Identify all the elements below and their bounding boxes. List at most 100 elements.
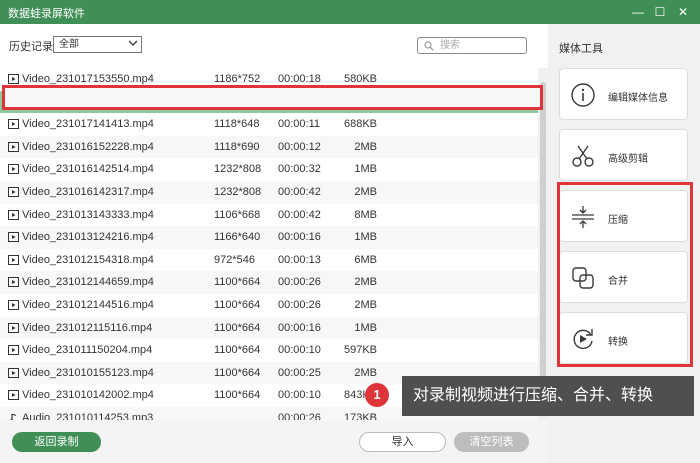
file-name: Audio_231010114253.mp3: [22, 412, 154, 420]
video-file-icon: [8, 164, 19, 175]
file-name: Video_231012115116.mp4: [22, 321, 153, 334]
video-file-icon: [8, 390, 19, 401]
search-input[interactable]: 搜索: [417, 37, 527, 54]
table-row[interactable]: Video_231012154318.mp4 972*546 00:00:13 6MB: [0, 249, 538, 272]
app-title: 数据蛙录屏软件: [8, 8, 85, 20]
minimize-icon[interactable]: —: [628, 2, 648, 22]
tool-label: 合并: [608, 276, 628, 287]
tool-label: 高级剪辑: [608, 154, 648, 165]
file-size: 2MB: [354, 366, 377, 379]
filter-value: 全部: [59, 39, 79, 50]
table-row[interactable]: Video_231012144659.mp4 1100*664 00:00:26 2M…: [0, 271, 538, 294]
video-file-icon: [8, 254, 19, 265]
file-size: 173KB: [343, 412, 377, 420]
play-icon[interactable]: [433, 95, 447, 109]
table-row[interactable]: Video_231016142317.mp4 1232*808 00:00:42 2M…: [0, 181, 538, 204]
file-resolution: 1118*690: [214, 140, 260, 153]
convert-icon: [573, 329, 593, 350]
merge-icon: [572, 267, 594, 289]
tool-merge[interactable]: 合并: [559, 251, 688, 303]
file-name: Video_231016142514.mp4: [22, 163, 154, 176]
video-file-icon: [8, 300, 19, 310]
clear-list-button[interactable]: 清空列表: [454, 432, 529, 452]
tool-compress[interactable]: 压缩: [559, 190, 688, 242]
table-row[interactable]: Video_231017141413.mp4 1118*648 00:00:11 68…: [0, 113, 538, 136]
video-file-icon: [8, 232, 19, 243]
file-resolution: 1166*640: [214, 231, 261, 244]
callout-tooltip: 对录制视频进行压缩、合并、转换: [402, 376, 694, 416]
tool-edit-media-info[interactable]: 编辑媒体信息: [559, 68, 688, 120]
table-row[interactable]: Video_231013143333.mp4 1106*668 00:00:42 8M…: [0, 204, 538, 227]
file-resolution: 1118*648: [214, 118, 260, 131]
music-note-icon: [9, 413, 17, 420]
file-resolution: 1100*664: [214, 344, 261, 357]
file-name: Video_231012144516.mp4: [22, 299, 154, 311]
tool-convert[interactable]: 转换: [559, 312, 688, 364]
scissors-icon: [572, 145, 594, 167]
video-file-icon: [8, 277, 19, 288]
table-row[interactable]: Video_231017153550.mp4 1186*752 00:00:18 58…: [0, 68, 538, 91]
step-badge: 1: [365, 383, 389, 407]
file-size: 163KB: [343, 95, 377, 108]
video-file-icon: [8, 119, 19, 130]
file-name: Video_231017153550.mp4: [22, 73, 154, 85]
video-file-icon: [8, 96, 19, 107]
table-row[interactable]: Video_231012115116.mp4 1100*664 00:00:16 1M…: [0, 316, 538, 340]
file-size: 1MB: [354, 163, 377, 176]
trash-icon[interactable]: [496, 95, 510, 109]
video-file-icon: [8, 187, 19, 197]
file-name: Video_231013124216.mp4: [22, 231, 154, 244]
file-name: Video_231012144659.mp4: [22, 276, 154, 289]
file-size: 8MB: [354, 208, 377, 221]
file-name: Video_231010155123.mp4: [22, 366, 154, 379]
file-name: Video_231012154318.mp4: [22, 253, 154, 266]
video-file-icon: [8, 367, 19, 378]
video-file-icon: [8, 74, 19, 84]
file-list: Video_231017153550.mp4 1186*752 00:00:18 58…: [0, 68, 538, 420]
file-size: 1MB: [354, 231, 377, 244]
scrollbar[interactable]: [538, 68, 548, 420]
table-row[interactable]: Video_231012144516.mp4 1100*664 00:00:26 2M…: [0, 294, 538, 317]
tool-advanced-cut[interactable]: 高级剪辑: [559, 129, 688, 181]
folder-icon[interactable]: [454, 95, 468, 109]
file-name: Video_231010142002.mp4: [22, 389, 154, 402]
table-row[interactable]: Video_231016142514.mp4 1232*808 00:00:32 1M…: [0, 158, 538, 181]
chevron-down-icon: [129, 40, 137, 46]
file-size: 597KB: [343, 344, 377, 357]
tool-label: 编辑媒体信息: [608, 93, 668, 104]
table-row[interactable]: Video_231011150204.mp4 1100*664 00:00:10 59…: [0, 339, 538, 362]
video-file-icon: [8, 322, 19, 333]
scrollbar-thumb[interactable]: [540, 82, 546, 402]
file-resolution: 972*546: [214, 253, 255, 266]
media-tools-title: 媒体工具: [559, 43, 603, 55]
file-resolution: 1100*664: [214, 299, 261, 311]
file-resolution: 1232*808: [214, 163, 262, 176]
file-size: 2MB: [354, 276, 377, 289]
bottom-bar: 返回录制 导入 清空列表: [0, 420, 548, 463]
import-button[interactable]: 导入: [359, 432, 446, 452]
tool-label: 压缩: [608, 215, 628, 226]
file-resolution: 1186*752: [214, 95, 261, 108]
title-bar: 数据蛙录屏软件 — ☐ ✕: [0, 0, 700, 24]
search-icon: [424, 41, 434, 51]
file-name: Video_231016142317.mp4: [22, 186, 154, 198]
search-placeholder: 搜索: [440, 40, 460, 51]
wrench-icon[interactable]: [475, 95, 489, 109]
file-resolution: 1100*664: [214, 276, 261, 289]
table-row[interactable]: Video_231017153516.mp4 1186*752 00:00:08 16…: [0, 90, 538, 114]
table-row[interactable]: Video_231013124216.mp4 1166*640 00:00:16 1M…: [0, 226, 538, 249]
close-icon[interactable]: ✕: [673, 2, 693, 22]
tool-label: 转换: [608, 337, 628, 348]
file-name: Video_231013143333.mp4: [22, 208, 154, 221]
file-resolution: 1100*664: [214, 389, 261, 402]
compress-icon: [572, 206, 594, 228]
filter-select[interactable]: 全部: [53, 36, 142, 53]
history-label: 历史记录: [9, 41, 53, 53]
file-name: Video_231011150204.mp4: [22, 344, 153, 357]
back-to-record-button[interactable]: 返回录制: [12, 432, 101, 452]
video-file-icon: [8, 345, 19, 356]
table-row[interactable]: Video_231016152228.mp4 1118*690 00:00:12 2M…: [0, 135, 538, 159]
video-file-icon: [8, 209, 19, 220]
maximize-icon[interactable]: ☐: [650, 2, 670, 22]
file-size: 6MB: [354, 253, 377, 266]
